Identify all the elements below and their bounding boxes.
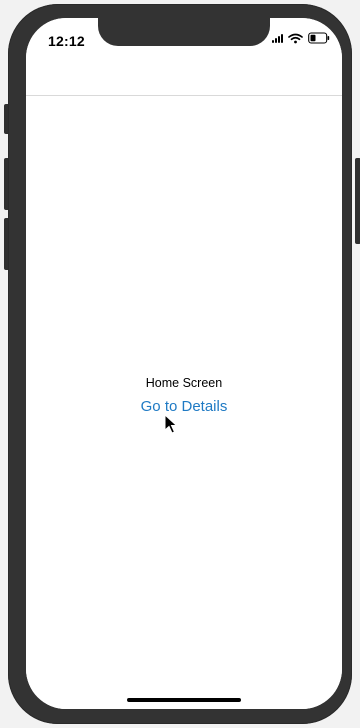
go-to-details-button[interactable]: Go to Details (26, 398, 342, 415)
wifi-icon (288, 33, 303, 43)
power-button (355, 158, 360, 244)
simulator-window: 12:12 Home Screen Go to Details (0, 0, 360, 728)
status-time: 12:12 (48, 33, 85, 49)
cursor-icon (164, 414, 178, 434)
signal-icon (272, 33, 283, 43)
status-icons (272, 32, 330, 44)
home-indicator[interactable] (127, 698, 241, 702)
device-notch (98, 18, 270, 46)
battery-icon (308, 32, 330, 44)
phone-screen: 12:12 Home Screen Go to Details (26, 18, 342, 709)
content-area: Home Screen Go to Details (26, 96, 342, 709)
home-screen-title: Home Screen (145, 376, 223, 390)
